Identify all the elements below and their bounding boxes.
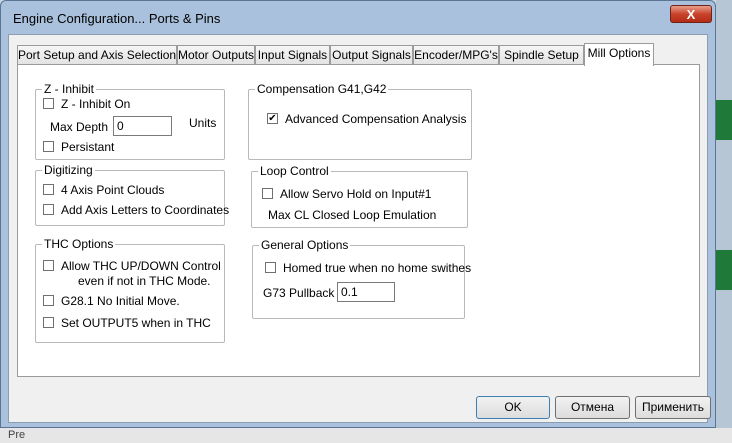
loop-control-group: Loop Control Allow Servo Hold on Input#1… (251, 164, 468, 228)
g73-pullback-input[interactable] (337, 282, 395, 302)
checkbox-box[interactable] (43, 98, 54, 109)
tab-port-setup[interactable]: Port Setup and Axis Selection (17, 45, 177, 64)
group-title: Loop Control (258, 164, 331, 178)
cancel-button[interactable]: Отмена (555, 396, 630, 419)
checkbox-label: Allow Servo Hold on Input#1 (280, 187, 432, 201)
checkbox-box[interactable] (43, 260, 54, 271)
checkbox-box[interactable] (265, 262, 276, 273)
check-icon: ✔ (268, 113, 277, 124)
background-text: Pre (8, 429, 26, 441)
button-label: Отмена (570, 400, 615, 414)
dialog-client: Port Setup and Axis Selection Motor Outp… (8, 34, 711, 423)
tab-label: Encoder/MPG's (414, 48, 498, 62)
checkbox-label: 4 Axis Point Clouds (61, 183, 165, 197)
group-title: General Options (259, 238, 351, 252)
title-bar[interactable]: Engine Configuration... Ports & Pins X (1, 1, 715, 35)
checkbox-box[interactable]: ✔ (267, 113, 278, 124)
checkbox-label: Advanced Compensation Analysis (285, 112, 467, 126)
button-label: OK (504, 400, 522, 414)
thc-note-line: even if not in THC Mode. (78, 274, 211, 288)
group-title: THC Options (42, 237, 116, 251)
z-inhibit-group: Z - Inhibit Z - Inhibit On Max Depth Uni… (35, 82, 225, 160)
checkbox-box[interactable] (43, 295, 54, 306)
checkbox-label: Set OUTPUT5 when in THC (61, 316, 211, 330)
compensation-group: Compensation G41,G42 ✔ Advanced Compensa… (248, 82, 472, 160)
general-options-group: General Options Homed true when no home … (252, 238, 471, 319)
tab-output-signals[interactable]: Output Signals (330, 45, 413, 64)
checkbox-label: G28.1 No Initial Move. (61, 294, 180, 308)
background-green-block (716, 100, 732, 140)
checkbox-box[interactable] (262, 188, 273, 199)
max-depth-label: Max Depth (50, 120, 109, 134)
close-icon: X (686, 7, 696, 22)
tab-label: Output Signals (332, 48, 411, 62)
tab-label: Input Signals (257, 48, 328, 62)
tab-encoder-mpgs[interactable]: Encoder/MPG's (413, 45, 499, 64)
tab-label: Motor Outputs (178, 48, 255, 62)
tab-mill-options[interactable]: Mill Options (584, 43, 654, 66)
thc-options-group: THC Options Allow THC UP/DOWN Control ev… (35, 237, 225, 343)
group-title: Compensation G41,G42 (255, 82, 389, 96)
window-title: Engine Configuration... Ports & Pins (13, 11, 221, 26)
background-window-edge (716, 0, 732, 443)
tab-label: Mill Options (587, 46, 651, 60)
group-title: Z - Inhibit (42, 82, 97, 96)
checkbox-label: Homed true when no home swithes (283, 261, 472, 275)
tab-spindle-setup[interactable]: Spindle Setup (499, 45, 584, 64)
checkbox-label: Allow THC UP/DOWN Control (61, 259, 221, 273)
tab-label: Spindle Setup (504, 48, 579, 62)
g73-pullback-label: G73 Pullback (263, 286, 335, 300)
tab-motor-outputs[interactable]: Motor Outputs (177, 45, 255, 64)
units-label: Units (189, 116, 217, 130)
background-green-block (716, 250, 732, 290)
tab-label: Port Setup and Axis Selection (18, 48, 177, 62)
tab-input-signals[interactable]: Input Signals (255, 45, 330, 64)
max-depth-input[interactable] (113, 116, 172, 136)
checkbox-box[interactable] (43, 184, 54, 195)
ok-button[interactable]: OK (476, 396, 550, 419)
close-button[interactable]: X (670, 5, 712, 23)
apply-button[interactable]: Применить (635, 396, 711, 419)
checkbox-label: Z - Inhibit On (61, 97, 131, 111)
checkbox-label: Persistant (61, 140, 115, 154)
background-strip: Pre (0, 428, 732, 443)
checkbox-box[interactable] (43, 317, 54, 328)
group-title: Digitizing (42, 163, 95, 177)
button-label: Применить (641, 400, 704, 414)
digitizing-group: Digitizing 4 Axis Point Clouds Add Axis … (35, 163, 229, 226)
mill-options-panel: Z - Inhibit Z - Inhibit On Max Depth Uni… (17, 64, 700, 377)
checkbox-label: Add Axis Letters to Coordinates (61, 203, 230, 217)
checkbox-box[interactable] (43, 204, 54, 215)
config-dialog: Engine Configuration... Ports & Pins X P… (0, 0, 716, 428)
max-cl-label: Max CL Closed Loop Emulation (268, 208, 437, 222)
checkbox-box[interactable] (43, 141, 54, 152)
